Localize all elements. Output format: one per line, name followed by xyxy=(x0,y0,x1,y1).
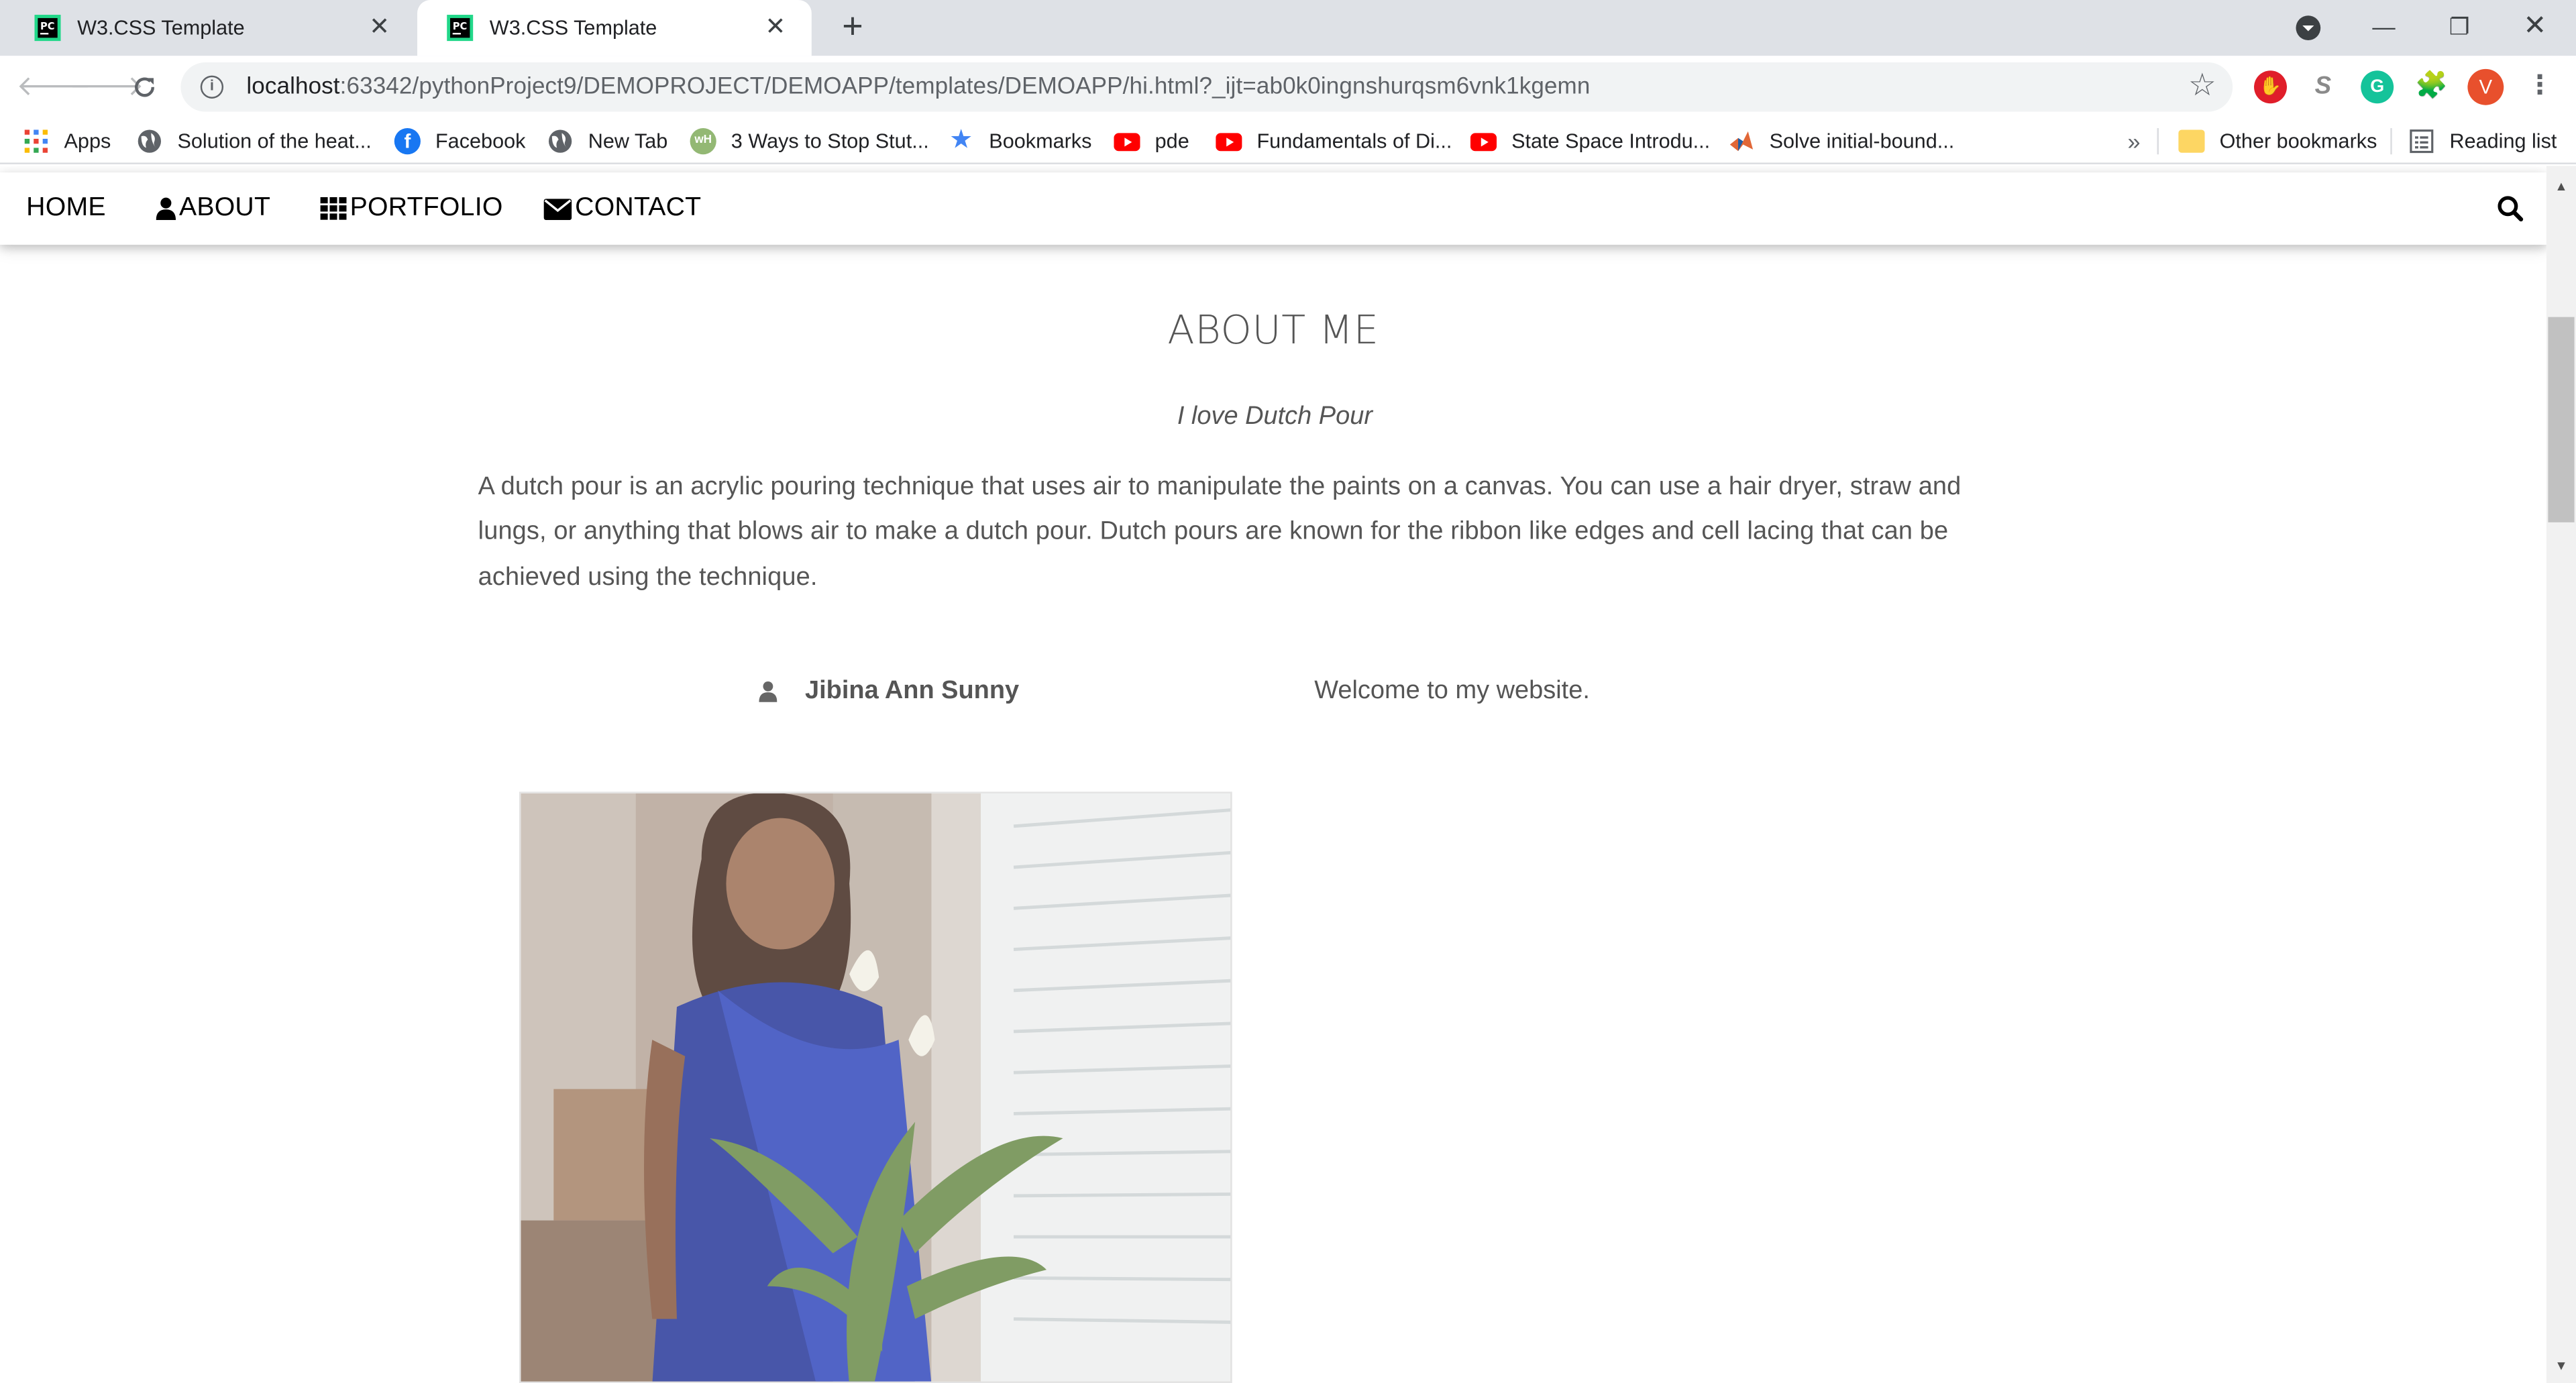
globe-icon xyxy=(136,128,162,154)
pycharm-icon: PC xyxy=(447,15,474,42)
folder-icon xyxy=(2178,129,2205,153)
bookmarks-bar: Apps Solution of the heat... f Facebook … xyxy=(0,118,2576,164)
about-title: ABOUT ME xyxy=(1167,307,1379,353)
tab-search-button[interactable] xyxy=(2271,0,2347,56)
bookmark-label: Solution of the heat... xyxy=(177,129,372,153)
pycharm-icon: PC xyxy=(34,15,61,42)
youtube-icon xyxy=(1114,128,1140,154)
minimize-button[interactable]: — xyxy=(2346,0,2422,56)
tab-strip: PC W3.CSS Template ✕ PC W3.CSS Template … xyxy=(0,0,2576,56)
reading-list[interactable]: Reading list xyxy=(2408,125,2557,158)
nav-portfolio[interactable]: PORTFOLIO xyxy=(320,190,503,227)
menu-kebab-icon[interactable]: ⋮ xyxy=(2527,69,2553,105)
tab-title: W3.CSS Template xyxy=(489,16,657,40)
info-icon[interactable]: i xyxy=(200,75,224,99)
url-text: localhost:63342/pythonProject9/DEMOPROJE… xyxy=(246,74,1591,101)
facebook-icon: f xyxy=(394,128,421,155)
s-extension-icon[interactable]: S xyxy=(2306,70,2339,103)
restore-button[interactable]: ❐ xyxy=(2422,0,2498,56)
bookmark-item[interactable]: New Tab xyxy=(547,125,668,158)
author-row: Jibina Ann Sunny xyxy=(759,677,1019,706)
nav-label: CONTACT xyxy=(575,193,702,222)
bookmark-item[interactable]: State Space Introdu... xyxy=(1470,125,1710,158)
chevron-down-circle-icon xyxy=(2296,15,2321,41)
welcome-text: Welcome to my website. xyxy=(1314,676,1590,705)
search-icon[interactable] xyxy=(2497,195,2524,229)
author-name: Jibina Ann Sunny xyxy=(805,676,1020,705)
apps-grid-icon xyxy=(23,128,49,154)
reading-list-icon xyxy=(2408,128,2434,154)
grammarly-icon[interactable]: G xyxy=(2361,70,2394,104)
forward-button[interactable]: 🡒 xyxy=(69,67,144,107)
globe-icon xyxy=(547,128,574,154)
reload-button[interactable] xyxy=(125,67,164,107)
nav-home[interactable]: HOME xyxy=(26,190,106,227)
bookmark-label: pde xyxy=(1155,129,1189,153)
extensions-puzzle-icon[interactable]: 🧩 xyxy=(2415,70,2448,103)
svg-text:PC: PC xyxy=(453,21,468,32)
bookmark-label: Solve initial-bound... xyxy=(1769,129,1955,153)
scroll-up-arrow[interactable]: ▲ xyxy=(2546,176,2576,199)
close-window-button[interactable]: ✕ xyxy=(2497,0,2573,56)
grid-icon xyxy=(320,197,347,220)
user-icon xyxy=(156,197,176,221)
bookmark-item[interactable]: Fundamentals of Di... xyxy=(1216,125,1452,158)
nav-label: PORTFOLIO xyxy=(350,193,503,222)
site-navbar: HOME ABOUT PORTFOLIO CONTACT xyxy=(0,172,2546,245)
bookmarks-overflow-chevron[interactable]: » xyxy=(2127,125,2140,158)
nav-contact[interactable]: CONTACT xyxy=(543,190,702,227)
tab-inactive[interactable]: PC W3.CSS Template ✕ xyxy=(5,0,415,56)
about-paragraph: A dutch pour is an acrylic pouring techn… xyxy=(478,473,1962,591)
wikihow-icon: wH xyxy=(690,128,716,155)
bookmark-label: Other bookmarks xyxy=(2219,129,2377,153)
bookmark-label: 3 Ways to Stop Stut... xyxy=(731,129,929,153)
bookmark-item[interactable]: pde xyxy=(1114,125,1189,158)
bookmark-label: Reading list xyxy=(2449,129,2557,153)
divider xyxy=(2390,128,2392,155)
scrollbar-thumb[interactable] xyxy=(2548,317,2575,522)
bookmark-label: Apps xyxy=(64,129,111,153)
scroll-down-arrow[interactable]: ▼ xyxy=(2546,1355,2576,1378)
user-icon xyxy=(759,681,777,702)
about-subtitle: I love Dutch Pour xyxy=(1177,402,1373,431)
bookmark-label: New Tab xyxy=(588,129,668,153)
bookmark-item[interactable]: f Facebook xyxy=(394,125,526,158)
bookmark-label: Fundamentals of Di... xyxy=(1256,129,1452,153)
other-bookmarks[interactable]: Other bookmarks xyxy=(2178,125,2377,158)
bookmark-star-icon[interactable]: ☆ xyxy=(2188,67,2216,105)
bookmark-label: State Space Introdu... xyxy=(1511,129,1711,153)
star-icon: ★ xyxy=(949,126,973,155)
bookmark-item[interactable]: Solution of the heat... xyxy=(136,125,372,158)
bookmark-item[interactable]: Solve initial-bound... xyxy=(1728,125,1954,158)
tab-active[interactable]: PC W3.CSS Template ✕ xyxy=(417,0,812,56)
bookmark-label: Bookmarks xyxy=(989,129,1092,153)
divider xyxy=(2157,128,2159,155)
svg-text:PC: PC xyxy=(40,21,55,32)
youtube-icon xyxy=(1216,128,1242,154)
nav-label: HOME xyxy=(26,193,106,222)
adblock-icon[interactable]: ✋ xyxy=(2254,70,2288,104)
bookmark-apps[interactable]: Apps xyxy=(23,125,111,158)
youtube-icon xyxy=(1470,128,1497,154)
new-tab-button[interactable]: + xyxy=(835,7,871,46)
address-bar[interactable]: i localhost:63342/pythonProject9/DEMOPRO… xyxy=(180,62,2233,112)
back-button[interactable]: 🡐 xyxy=(16,67,91,107)
profile-photo xyxy=(519,791,1232,1383)
profile-avatar[interactable]: V xyxy=(2467,68,2504,105)
bookmark-label: Facebook xyxy=(435,129,526,153)
close-icon[interactable]: ✕ xyxy=(762,14,788,41)
envelope-icon xyxy=(543,198,572,219)
bookmark-item[interactable]: ★ Bookmarks xyxy=(948,125,1091,158)
bookmark-item[interactable]: wH 3 Ways to Stop Stut... xyxy=(690,125,929,158)
nav-about[interactable]: ABOUT xyxy=(156,190,271,227)
close-icon[interactable]: ✕ xyxy=(366,14,392,41)
page-viewport: HOME ABOUT PORTFOLIO CONTACT ABOUT ME I … xyxy=(0,166,2546,1383)
tab-title: W3.CSS Template xyxy=(77,16,245,40)
nav-label: ABOUT xyxy=(178,193,271,222)
matlab-icon xyxy=(1728,128,1754,154)
browser-toolbar: 🡐 🡒 i localhost:63342/pythonProject9/DEM… xyxy=(0,56,2576,119)
reload-icon xyxy=(135,77,154,97)
browser-window: PC W3.CSS Template ✕ PC W3.CSS Template … xyxy=(0,0,2576,1383)
